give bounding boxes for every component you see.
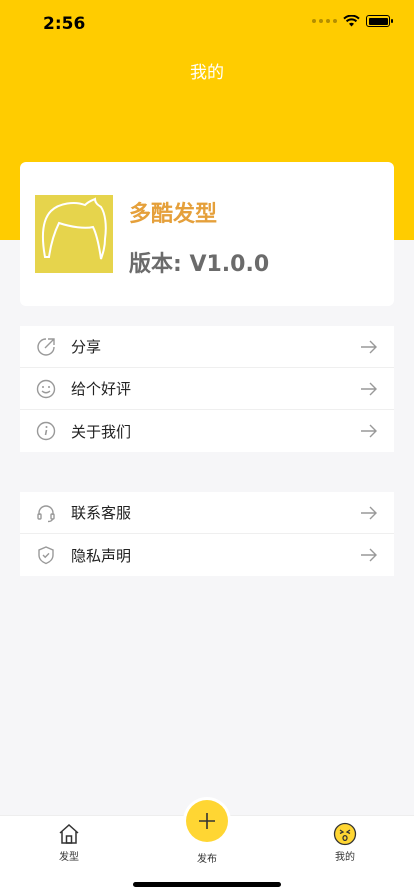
status-time: 2:56	[43, 14, 86, 34]
tab-label: 我的	[335, 852, 355, 863]
face-icon	[333, 822, 357, 846]
app-logo	[35, 195, 113, 273]
smile-icon	[36, 379, 56, 399]
menu-label: 分享	[71, 338, 102, 356]
plus-icon	[199, 813, 215, 829]
arrow-right-icon	[361, 424, 377, 438]
signal-icon	[312, 19, 337, 23]
menu-item-privacy[interactable]: 隐私声明	[20, 534, 394, 576]
publish-button[interactable]	[186, 800, 228, 842]
app-name: 多酷发型	[129, 202, 218, 227]
arrow-right-icon	[361, 340, 377, 354]
menu-item-support[interactable]: 联系客服	[20, 492, 394, 534]
tab-home[interactable]: 发型	[29, 816, 109, 863]
home-indicator[interactable]	[133, 882, 281, 887]
share-icon	[37, 338, 55, 356]
menu-label: 关于我们	[71, 422, 132, 441]
menu-item-share[interactable]: 分享	[20, 326, 394, 368]
app-version: 版本: V1.0.0	[129, 252, 270, 277]
shield-icon	[38, 546, 54, 565]
menu-item-about[interactable]: 关于我们	[20, 410, 394, 452]
status-icons	[312, 15, 393, 27]
wifi-icon	[343, 15, 360, 27]
home-icon	[59, 823, 79, 844]
menu-label: 给个好评	[71, 380, 132, 398]
tab-label: 发型	[59, 852, 79, 863]
status-bar: 2:56	[0, 0, 414, 44]
headset-icon	[37, 505, 55, 523]
battery-icon	[366, 15, 393, 27]
menu-item-rate[interactable]: 给个好评	[20, 368, 394, 410]
menu-label: 联系客服	[71, 504, 132, 522]
home-indicator-area	[0, 863, 414, 896]
menu-group-secondary: 联系客服 隐私声明	[20, 492, 394, 576]
menu-label: 隐私声明	[71, 546, 132, 565]
info-icon	[36, 421, 56, 441]
hair-icon	[42, 197, 107, 260]
tab-mine[interactable]: 我的	[305, 816, 385, 863]
arrow-right-icon	[361, 548, 377, 562]
profile-card: 多酷发型 版本: V1.0.0	[20, 162, 394, 306]
arrow-right-icon	[361, 506, 377, 520]
page-title: 我的	[190, 63, 224, 83]
arrow-right-icon	[361, 382, 377, 396]
menu-group-primary: 分享 给个好评 关于我们	[20, 326, 394, 452]
